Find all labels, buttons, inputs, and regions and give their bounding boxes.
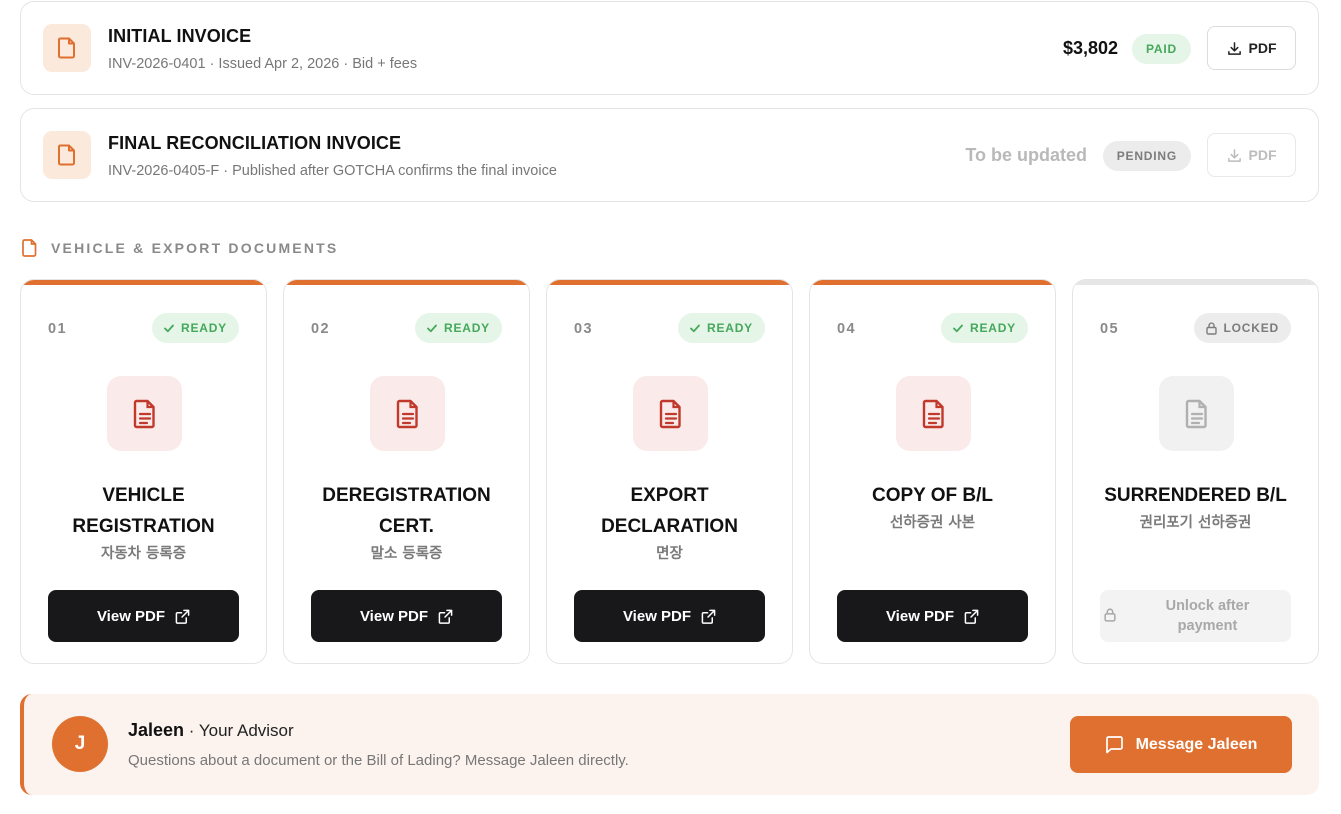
document-subtitle: 자동차 등록증 (100, 546, 187, 562)
document-subtitle: 권리포기 선하증권 (1139, 515, 1252, 531)
invoice-title: FINAL RECONCILIATION INVOICE (108, 133, 402, 153)
download-pdf-button-disabled[interactable]: PDF (1207, 133, 1296, 177)
status-badge-pending: PENDING (1102, 141, 1191, 171)
document-title: SURRENDERED B/L 권리포기 선하증권 (1083, 480, 1308, 533)
invoice-file-icon (43, 131, 91, 179)
invoice-file-icon (43, 24, 91, 72)
document-icon (22, 239, 37, 257)
unlock-after-payment-button: Unlock after payment (1100, 590, 1291, 642)
download-icon (1227, 148, 1241, 162)
file-text-icon (107, 376, 182, 451)
document-title: EXPORT DECLARATION 면장 (557, 480, 782, 564)
document-card-deregistration: 02 READY DEREGISTRATION CERT. 말소 등록증 Vie… (283, 279, 530, 664)
external-link-icon (438, 609, 453, 624)
check-icon (427, 324, 437, 332)
download-pdf-button[interactable]: PDF (1207, 26, 1296, 70)
view-pdf-button[interactable]: View PDF (837, 590, 1028, 642)
advisor-role: · Your Advisor (184, 721, 294, 740)
document-card-surrendered-bl: 05 LOCKED SURRENDERED B/L 권리포기 선하증권 Unlo… (1072, 279, 1319, 664)
section-label: VEHICLE & EXPORT DOCUMENTS (51, 240, 339, 256)
check-icon (164, 324, 174, 332)
invoice-amount: To be updated (965, 145, 1087, 165)
status-badge-ready: READY (151, 313, 239, 343)
card-accent-bar (547, 280, 792, 285)
lock-icon (1104, 608, 1116, 622)
file-text-icon (370, 376, 445, 451)
advisor-name-row: Jaleen · Your Advisor (128, 720, 294, 741)
message-advisor-button[interactable]: Message Jaleen (1070, 716, 1292, 773)
check-icon (953, 324, 963, 332)
invoice-title: INITIAL INVOICE (108, 26, 252, 46)
check-icon (690, 324, 700, 332)
card-number: 03 (574, 321, 593, 337)
file-text-icon (633, 376, 708, 451)
document-subtitle: 말소 등록증 (370, 546, 443, 562)
file-text-icon (896, 376, 971, 451)
invoice-amount: $3,802 (1062, 38, 1118, 58)
view-pdf-button[interactable]: View PDF (48, 590, 239, 642)
status-badge-ready: READY (677, 313, 765, 343)
card-accent-bar (810, 280, 1055, 285)
document-subtitle: 선하증권 사본 (889, 515, 976, 531)
advisor-name: Jaleen (128, 720, 185, 740)
document-subtitle: 면장 (656, 546, 683, 562)
document-card-copy-of-bl: 04 READY COPY OF B/L 선하증권 사본 View PDF (809, 279, 1056, 664)
lock-icon (1205, 321, 1217, 335)
status-badge-ready: READY (414, 313, 502, 343)
section-header-documents: VEHICLE & EXPORT DOCUMENTS (22, 239, 338, 257)
status-badge-locked: LOCKED (1193, 313, 1291, 343)
view-pdf-button[interactable]: View PDF (574, 590, 765, 642)
card-accent-bar (1073, 280, 1318, 285)
invoice-card-final: FINAL RECONCILIATION INVOICE INV-2026-04… (20, 108, 1319, 202)
document-card-vehicle-registration: 01 READY VEHICLE REGISTRATION 자동차 등록증 Vi… (20, 279, 267, 664)
card-accent-bar (284, 280, 529, 285)
invoice-meta: INV-2026-0401 · Issued Apr 2, 2026 · Bid… (108, 56, 418, 72)
file-text-icon (1159, 376, 1234, 451)
status-badge-paid: PAID (1132, 34, 1191, 64)
external-link-icon (964, 609, 979, 624)
pdf-label: PDF (1248, 147, 1277, 163)
invoice-card-initial: INITIAL INVOICE INV-2026-0401 · Issued A… (20, 1, 1319, 95)
advisor-banner: J Jaleen · Your Advisor Questions about … (20, 694, 1319, 795)
card-accent-bar (21, 280, 266, 285)
status-badge-ready: READY (940, 313, 1028, 343)
card-number: 01 (48, 321, 67, 337)
advisor-message: Questions about a document or the Bill o… (128, 752, 629, 769)
document-title: VEHICLE REGISTRATION 자동차 등록증 (31, 480, 256, 564)
chat-bubble-icon (1105, 735, 1123, 753)
external-link-icon (175, 609, 190, 624)
download-icon (1227, 41, 1241, 55)
invoice-meta: INV-2026-0405-F · Published after GOTCHA… (108, 163, 557, 179)
card-number: 05 (1100, 321, 1119, 337)
card-number: 04 (837, 321, 856, 337)
document-title: DEREGISTRATION CERT. 말소 등록증 (294, 480, 519, 564)
pdf-label: PDF (1248, 40, 1277, 56)
view-pdf-button[interactable]: View PDF (311, 590, 502, 642)
document-card-export-declaration: 03 READY EXPORT DECLARATION 면장 View PDF (546, 279, 793, 664)
avatar: J (52, 716, 108, 772)
card-number: 02 (311, 321, 330, 337)
document-title: COPY OF B/L 선하증권 사본 (820, 480, 1045, 533)
external-link-icon (701, 609, 716, 624)
